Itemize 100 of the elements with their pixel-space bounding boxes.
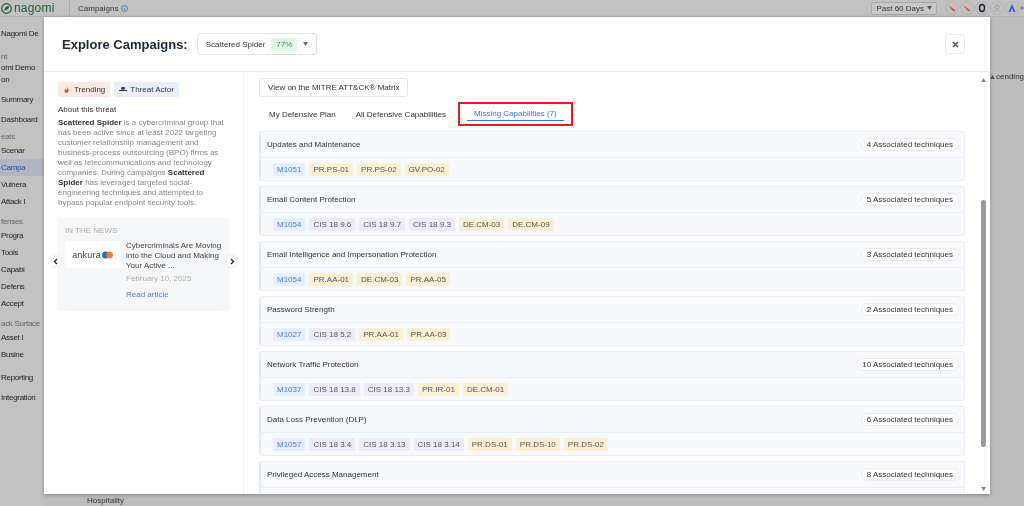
tab[interactable]: All Defensive Capabilities [347, 102, 454, 126]
chevron-left-icon [52, 257, 58, 265]
caret-icon [927, 6, 932, 10]
control-tag: PR.DS-10 [515, 437, 560, 451]
previous-button[interactable] [48, 254, 62, 268]
control-tag: CIS 18 3.13 [359, 437, 410, 451]
control-tag: PR.AA-01 [359, 327, 403, 341]
sort-label[interactable]: cending [996, 72, 1024, 81]
circles-icon [101, 250, 113, 259]
label-tag: Trending [58, 82, 111, 97]
info-icon [121, 4, 129, 12]
sidebar-item[interactable]: Asset I [0, 329, 44, 346]
control-tag: CIS 18 3.4 [309, 437, 356, 451]
sidebar-item[interactable]: Vulnera [0, 176, 44, 193]
sidebar-item[interactable]: Progra [0, 227, 44, 244]
news-headline: Cybercriminals Are Moving into the Cloud and Making Your Active ... [126, 241, 222, 271]
campaign-dropdown[interactable]: Scattered Spider 77% [196, 33, 318, 55]
tab[interactable]: My Defensive Plan [261, 102, 344, 126]
control-tag: CIS 18 9.7 [359, 217, 406, 231]
next-button[interactable] [225, 254, 239, 268]
control-tag: DE.CM-03 [458, 217, 505, 231]
capability-title: Privileged Access Management [267, 470, 379, 479]
control-tag: GV.PO-02 [404, 162, 449, 176]
sort-up-icon [990, 74, 995, 79]
sidebar-item[interactable]: Tools [0, 244, 44, 261]
technique-count: 2 Associated techniques [860, 303, 959, 316]
control-tag: PR.AA-05 [406, 272, 450, 286]
control-tag: PR.DS-02 [563, 437, 608, 451]
sidebar-item[interactable]: Nagomi De [0, 27, 44, 39]
table-cell-text: Hospitality [87, 495, 125, 506]
sidebar-item[interactable]: Accept [0, 295, 44, 312]
hat-icon [119, 86, 128, 93]
triangle-logo-icon[interactable] [1006, 2, 1018, 14]
sidebar-item: fenses [0, 216, 24, 227]
control-tag: CIS 18 13.3 [363, 382, 414, 396]
control-tag: CIS 18 9.6 [309, 217, 356, 231]
threat-description: Scattered Spider is a cybercriminal group that has been active since at least 2022 targeting customer relationship management and business-process outsourcing (BPO) firms as well as telecommunications and technology companies. During campaigns Scattered Spider has leveraged targeted social-engineering techniques and attempted to bypass popular endpoint security tools. [58, 118, 225, 208]
sidebar-item[interactable]: omi Demo [0, 61, 44, 73]
sidebar-item[interactable]: Defens [0, 278, 44, 295]
technique-count: 4 Associated techniques [860, 138, 959, 151]
caret-icon [303, 42, 309, 46]
matrix-button[interactable]: View on the MITRE ATT&CK® Matrix [259, 78, 409, 97]
score-badge: 77% [271, 37, 298, 51]
logo-text: nagomi [14, 1, 55, 15]
capability-title: Email Intelligence and Impersonation Protection [267, 250, 437, 259]
control-tag: CIS 18 3.14 [413, 437, 464, 451]
technique-count: 10 Associated techniques [856, 358, 959, 371]
leaf-logo-icon [1, 2, 12, 14]
sidebar-item: eats [0, 131, 16, 142]
control-tag: CIS 18 9.3 [409, 217, 455, 231]
technique-count: 6 Associated techniques [860, 413, 959, 426]
chevron-right-icon [229, 257, 235, 265]
modal-title: Explore Campaigns: [62, 36, 188, 52]
sidebar-item[interactable]: on [0, 73, 44, 85]
source-name: ankura [72, 249, 101, 260]
sidebar-item: ack Surface [0, 318, 41, 329]
scroll-up-icon [981, 78, 986, 82]
news-heading: IN THE NEWS [65, 226, 119, 235]
sidebar-item[interactable]: Integration [0, 391, 44, 403]
control-tag: PR.AA-01 [309, 272, 354, 286]
page-title: Campaigns [78, 3, 119, 13]
control-tag: M1054 [273, 272, 306, 286]
control-tag: M1057 [273, 437, 306, 451]
close-button[interactable] [945, 34, 965, 54]
sidebar-item[interactable]: Capabi [0, 261, 44, 278]
control-tag: M1037 [273, 382, 306, 396]
date-range-dropdown[interactable]: Past 60 Days [871, 1, 937, 15]
technique-count: 5 Associated techniques [860, 193, 959, 206]
sidebar-item[interactable]: Attack I [0, 193, 44, 210]
capability-title: Password Strength [267, 305, 335, 314]
ring-icon[interactable] [976, 2, 988, 14]
control-tag: M1054 [273, 217, 306, 231]
sidebar-item[interactable]: Campa [0, 159, 44, 176]
scroll-down-icon [981, 487, 986, 491]
tab[interactable]: Missing Capabilities (7) [457, 102, 573, 126]
control-tag: PR.PS-01 [309, 162, 354, 176]
label-tag: Threat Actor [114, 82, 179, 97]
technique-count: 8 Associated techniques [860, 468, 959, 481]
control-tag: PR.AA-03 [406, 327, 451, 341]
control-tag: CIS 18 5.2 [309, 327, 356, 341]
capability-title: Data Loss Prevention (DLP) [267, 415, 367, 424]
sidebar-item[interactable]: Busine [0, 346, 44, 363]
section-heading: About this threat [58, 105, 118, 114]
capability-title: Network Traffic Protection [267, 360, 359, 369]
sidebar-item[interactable]: Dashboard [0, 113, 44, 125]
capability-title: Email Content Protection [267, 195, 356, 204]
sidebar-item[interactable]: Summary [0, 93, 44, 105]
control-tag: PR.DS-01 [467, 437, 512, 451]
control-tag: PR.IR-01 [417, 382, 459, 396]
read-article-link[interactable]: Read article [126, 290, 169, 299]
control-tag: DE.CM-01 [462, 382, 509, 396]
capability-title: Updates and Maintenance [267, 140, 361, 149]
sidebar-item: nt [0, 51, 9, 61]
sidebar-item[interactable]: Scenar [0, 142, 44, 159]
bird-icon[interactable] [946, 2, 958, 14]
close-icon [951, 40, 959, 48]
control-tag: DE.CM-09 [508, 217, 554, 231]
control-tag: CIS 18 13.8 [309, 382, 360, 396]
sidebar-item[interactable]: Reporting [0, 371, 44, 383]
control-tag: PR.PS-02 [357, 162, 401, 176]
